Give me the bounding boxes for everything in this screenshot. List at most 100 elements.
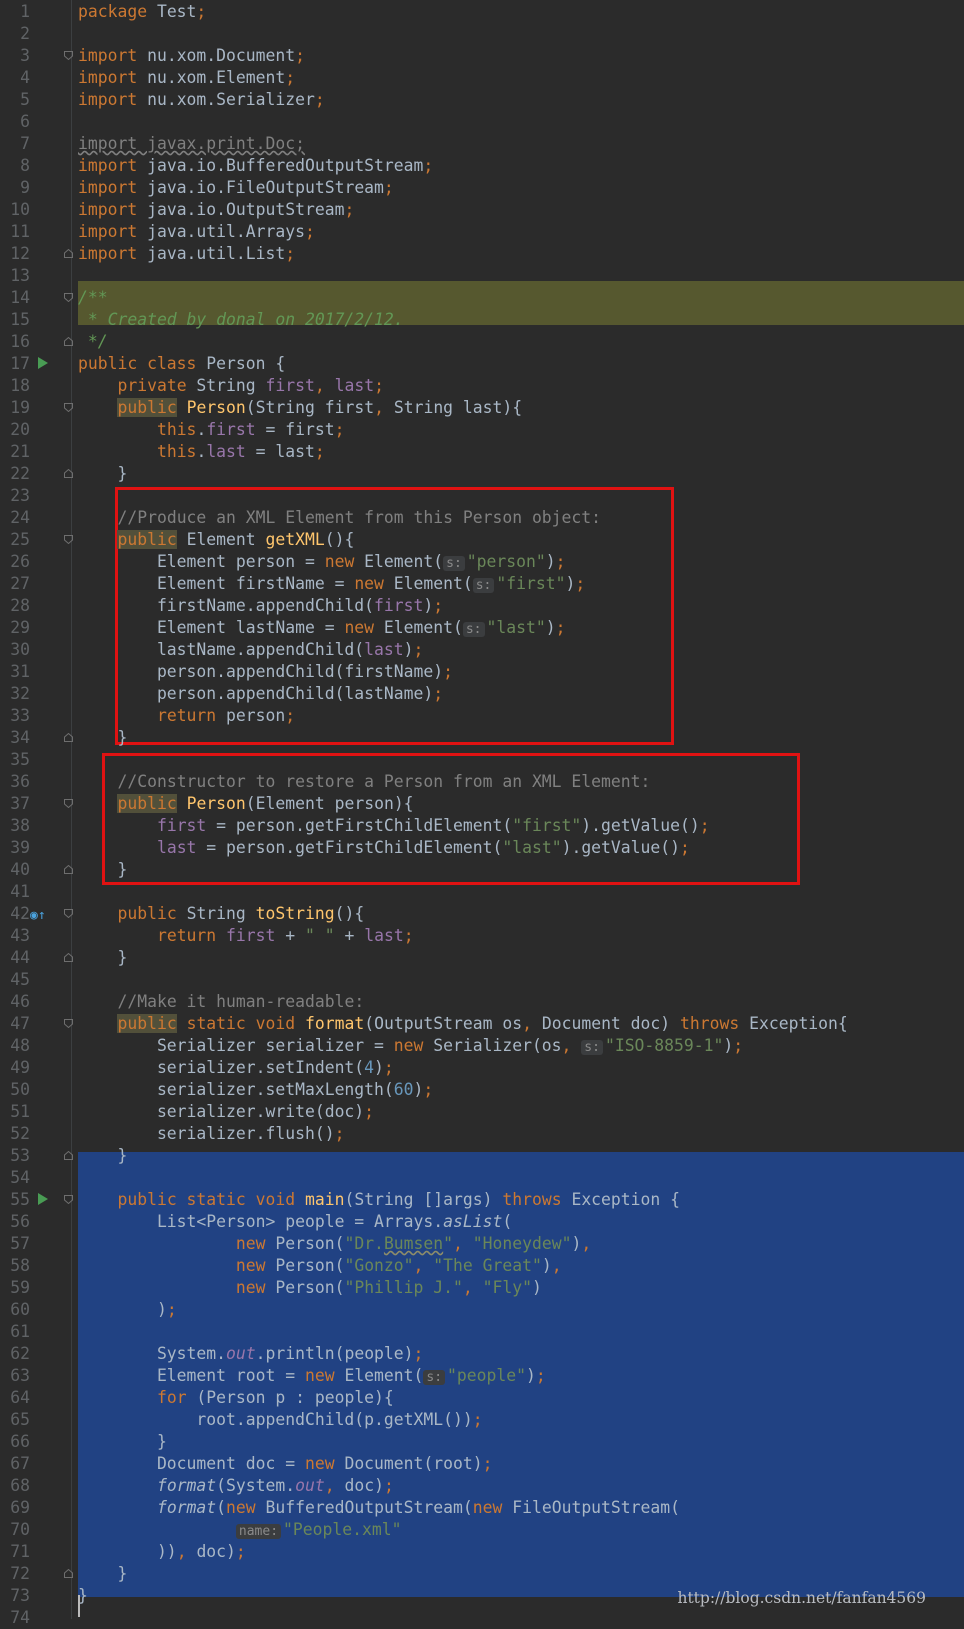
code-text[interactable]: //Produce an XML Element from this Perso…	[78, 507, 601, 529]
code-line[interactable]: 56 List<Person> people = Arrays.asList(	[0, 1211, 964, 1233]
code-line[interactable]: 35	[0, 749, 964, 771]
code-line[interactable]: 9 import java.io.FileOutputStream;	[0, 177, 964, 199]
code-text[interactable]: last = person.getFirstChildElement("last…	[78, 837, 690, 859]
code-line[interactable]: 69 format(new BufferedOutputStream(new F…	[0, 1497, 964, 1519]
code-text[interactable]: serializer.setIndent(4);	[78, 1057, 394, 1079]
code-text[interactable]: }	[78, 859, 127, 881]
code-text[interactable]: import nu.xom.Document;	[78, 45, 305, 67]
fold-close-icon[interactable]	[64, 469, 73, 478]
code-line[interactable]: 22 }	[0, 463, 964, 485]
code-text[interactable]: new Person("Dr.Bumsen", "Honeydew"),	[78, 1233, 591, 1255]
code-line[interactable]: 71 )), doc);	[0, 1541, 964, 1563]
code-text[interactable]: for (Person p : people){	[78, 1387, 394, 1409]
code-text[interactable]: public class Person {	[78, 353, 285, 375]
fold-open-icon[interactable]	[64, 403, 73, 412]
code-text[interactable]: }	[78, 1563, 127, 1585]
code-text[interactable]: public String toString(){	[78, 903, 364, 925]
fold-open-icon[interactable]	[64, 51, 73, 60]
code-line[interactable]: 28 firstName.appendChild(first);	[0, 595, 964, 617]
code-line[interactable]: 46 //Make it human-readable:	[0, 991, 964, 1013]
fold-open-icon[interactable]	[64, 909, 73, 918]
code-line[interactable]: 52 serializer.flush();	[0, 1123, 964, 1145]
code-text[interactable]: public static void main(String []args) t…	[78, 1189, 680, 1211]
code-line[interactable]: 10 import java.io.OutputStream;	[0, 199, 964, 221]
code-text[interactable]: }	[78, 1145, 127, 1167]
code-line[interactable]: 60 );	[0, 1299, 964, 1321]
code-line[interactable]: 3 import nu.xom.Document;	[0, 45, 964, 67]
code-line[interactable]: 68 format(System.out, doc);	[0, 1475, 964, 1497]
code-text[interactable]: format(new BufferedOutputStream(new File…	[78, 1497, 680, 1519]
code-line[interactable]: 63 Element root = new Element(s: "people"…	[0, 1365, 964, 1387]
code-line[interactable]: 58 new Person("Gonzo", "The Great"),	[0, 1255, 964, 1277]
code-text[interactable]: private String first, last;	[78, 375, 383, 397]
fold-close-icon[interactable]	[64, 733, 73, 742]
code-text[interactable]: /**	[78, 287, 108, 309]
code-text[interactable]: import javax.print.Doc;	[78, 133, 305, 155]
code-line[interactable]: 65 root.appendChild(p.getXML());	[0, 1409, 964, 1431]
code-text[interactable]: //Make it human-readable:	[78, 991, 364, 1013]
code-text[interactable]: }	[78, 463, 127, 485]
code-text[interactable]: new Person("Gonzo", "The Great"),	[78, 1255, 562, 1277]
code-text[interactable]: Document doc = new Document(root);	[78, 1453, 493, 1475]
code-text[interactable]: }	[78, 947, 127, 969]
code-line[interactable]: 6	[0, 111, 964, 133]
code-text[interactable]: import java.util.Arrays;	[78, 221, 315, 243]
code-line[interactable]: 50 serializer.setMaxLength(60);	[0, 1079, 964, 1101]
code-text[interactable]: Element lastName = new Element(s: "last")…	[78, 617, 565, 641]
code-text[interactable]: public Person(String first, String last)…	[78, 397, 522, 419]
code-line[interactable]: 7 import javax.print.Doc;	[0, 133, 964, 155]
code-line[interactable]: 72 }	[0, 1563, 964, 1585]
code-line[interactable]: 55 public static void main(String []args…	[0, 1189, 964, 1211]
code-line[interactable]: 41	[0, 881, 964, 903]
code-line[interactable]: 23	[0, 485, 964, 507]
code-line[interactable]: 17 public class Person {	[0, 353, 964, 375]
code-line[interactable]: 74	[0, 1607, 964, 1629]
code-line[interactable]: 14 /**	[0, 287, 964, 309]
code-line[interactable]: 15 * Created by donal on 2017/2/12.	[0, 309, 964, 331]
code-text[interactable]: this.first = first;	[78, 419, 345, 441]
code-line[interactable]: 54	[0, 1167, 964, 1189]
code-text[interactable]: //Constructor to restore a Person from a…	[78, 771, 650, 793]
code-line[interactable]: 29 Element lastName = new Element(s: "las…	[0, 617, 964, 639]
code-line[interactable]: 57 new Person("Dr.Bumsen", "Honeydew"),	[0, 1233, 964, 1255]
code-line[interactable]: 24 //Produce an XML Element from this Pe…	[0, 507, 964, 529]
code-text[interactable]: */	[78, 331, 108, 353]
code-line[interactable]: 21 this.last = last;	[0, 441, 964, 463]
fold-open-icon[interactable]	[64, 293, 73, 302]
code-text[interactable]: List<Person> people = Arrays.asList(	[78, 1211, 512, 1233]
fold-close-icon[interactable]	[64, 1569, 73, 1578]
code-line[interactable]: 49 serializer.setIndent(4);	[0, 1057, 964, 1079]
code-text[interactable]: public Person(Element person){	[78, 793, 414, 815]
code-line[interactable]: 11 import java.util.Arrays;	[0, 221, 964, 243]
code-text[interactable]: return person;	[78, 705, 295, 727]
code-line[interactable]: 43 return first + " " + last;	[0, 925, 964, 947]
code-text[interactable]: System.out.println(people);	[78, 1343, 423, 1365]
code-text[interactable]: public Element getXML(){	[78, 529, 354, 551]
fold-close-icon[interactable]	[64, 337, 73, 346]
code-line[interactable]: 44 }	[0, 947, 964, 969]
code-text[interactable]: this.last = last;	[78, 441, 325, 463]
run-gutter-icon[interactable]	[38, 357, 48, 369]
code-text[interactable]: format(System.out, doc);	[78, 1475, 394, 1497]
fold-close-icon[interactable]	[64, 249, 73, 258]
code-text[interactable]: person.appendChild(firstName);	[78, 661, 453, 683]
code-text[interactable]: )), doc);	[78, 1541, 246, 1563]
code-text[interactable]: }	[78, 727, 127, 749]
code-line[interactable]: 32 person.appendChild(lastName);	[0, 683, 964, 705]
code-text[interactable]: serializer.flush();	[78, 1123, 345, 1145]
code-text[interactable]: * Created by donal on 2017/2/12.	[78, 309, 404, 331]
code-line[interactable]: 53 }	[0, 1145, 964, 1167]
code-line[interactable]: 34 }	[0, 727, 964, 749]
code-text[interactable]: serializer.setMaxLength(60);	[78, 1079, 433, 1101]
code-text[interactable]: import java.io.OutputStream;	[78, 199, 354, 221]
fold-close-icon[interactable]	[64, 1151, 73, 1160]
fold-open-icon[interactable]	[64, 1019, 73, 1028]
code-line[interactable]: 8 import java.io.BufferedOutputStream;	[0, 155, 964, 177]
override-gutter-icon[interactable]: ◉↑	[30, 905, 46, 927]
code-text[interactable]: import nu.xom.Element;	[78, 67, 295, 89]
code-line[interactable]: 26 Element person = new Element(s: "perso…	[0, 551, 964, 573]
code-text[interactable]: package Test;	[78, 1, 206, 23]
code-line[interactable]: 31 person.appendChild(firstName);	[0, 661, 964, 683]
code-line[interactable]: 51 serializer.write(doc);	[0, 1101, 964, 1123]
fold-open-icon[interactable]	[64, 535, 73, 544]
